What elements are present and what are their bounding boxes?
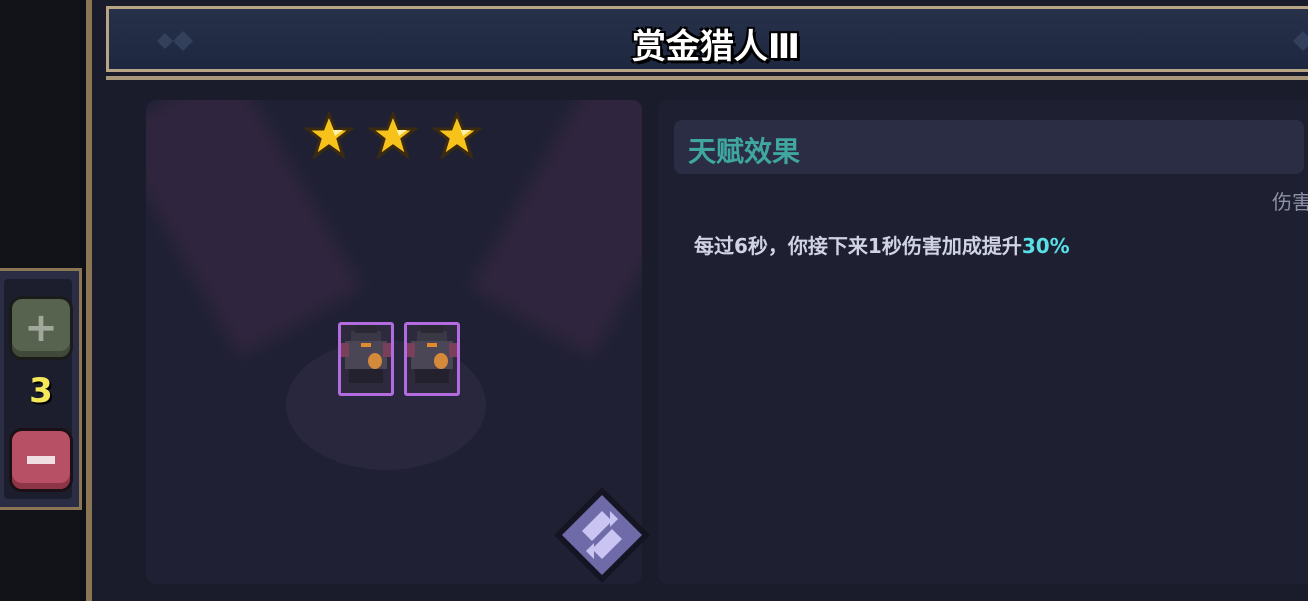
decrease-button[interactable] [12,431,70,489]
hero-unit-card[interactable] [338,322,394,396]
star-rating [304,112,482,160]
talent-panel: 天赋效果 伤害 每过6秒，你接下来1秒伤害加成提升30% [658,100,1308,584]
bounty-hunter-sprite-icon [341,325,391,383]
swap-arrows-icon [554,487,650,583]
talent-tag: 伤害 [1272,190,1308,214]
section-title: 天赋效果 [688,135,801,168]
minus-icon [27,456,55,464]
talent-header: 天赋效果 [674,120,1304,174]
swap-button[interactable] [552,485,652,585]
talent-description-text: 每过6秒，你接下来1秒伤害加成提升 [694,234,1022,258]
quantity-value: 3 [29,371,53,411]
page-title: 赏金猎人Ⅲ [631,27,801,67]
star-icon [432,112,482,160]
title-bar: 赏金猎人Ⅲ [106,6,1308,72]
talent-description: 每过6秒，你接下来1秒伤害加成提升30% [694,230,1070,259]
increase-button[interactable]: + [12,299,70,357]
spotlight-right [470,100,642,358]
title-divider [106,76,1308,80]
diamond-ornament-icon [1293,31,1308,51]
bounty-hunter-sprite-icon [407,325,457,383]
hero-detail-window: 赏金猎人Ⅲ 天赋效果 伤害 每过6秒，你接下来1秒伤害加成提升30% [86,0,1308,601]
quantity-stepper: + 3 [0,268,82,510]
hero-unit-card[interactable] [404,322,460,396]
talent-value: 30% [1021,234,1070,258]
star-icon [304,112,354,160]
star-icon [368,112,418,160]
plus-icon: + [24,305,58,351]
